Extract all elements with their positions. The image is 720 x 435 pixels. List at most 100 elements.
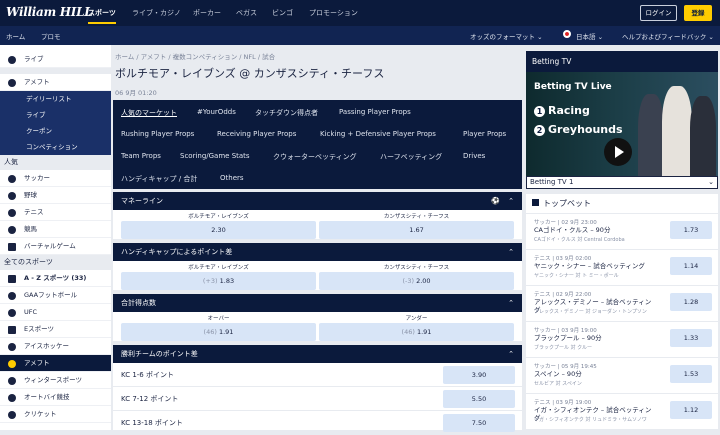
odd-button[interactable]: 1.33 bbox=[670, 329, 712, 347]
login-button[interactable]: ログイン bbox=[640, 5, 677, 21]
tab-yourodds[interactable]: #YourOdds bbox=[197, 108, 236, 116]
odd-button[interactable]: 1.67 bbox=[319, 221, 514, 239]
play-icon[interactable] bbox=[604, 138, 632, 166]
tab-quarter[interactable]: クウォーターベッティング bbox=[273, 152, 357, 162]
market-header[interactable]: ハンディキャップによるポイント差 ⌃ bbox=[113, 243, 522, 261]
odd-button[interactable]: 2.30 bbox=[121, 221, 316, 239]
soccer-icon bbox=[8, 175, 16, 183]
sidebar-item-winter[interactable]: ウィンタースポーツ bbox=[0, 372, 111, 389]
odd-button[interactable]: (46) 1.91 bbox=[121, 323, 316, 341]
tab-receiving[interactable]: Receiving Player Props bbox=[217, 130, 296, 138]
nav-promotions[interactable]: プロモーション bbox=[309, 8, 358, 18]
sidebar-item-cricket[interactable]: クリケット bbox=[0, 406, 111, 423]
sidebar-item-gaa[interactable]: GAAフットボール bbox=[0, 287, 111, 304]
tab-popular[interactable]: 人気のマーケット bbox=[121, 108, 177, 118]
tab-player-props[interactable]: Player Props bbox=[463, 130, 506, 138]
top-bet-item: サッカー | 03 9月 19:00 ブラックプール – 90分 ブラックプール 対… bbox=[526, 322, 718, 358]
odd-button[interactable]: 1.14 bbox=[670, 257, 712, 275]
tab-drives[interactable]: Drives bbox=[463, 152, 485, 160]
chevron-up-icon: ⌃ bbox=[508, 299, 514, 307]
sidebar-item-az[interactable]: A - Z スポーツ (33) bbox=[0, 270, 111, 287]
odd-button[interactable]: 7.50 bbox=[443, 414, 515, 432]
tab-touchdown[interactable]: タッチダウン得点者 bbox=[255, 108, 318, 118]
top-nav: William HILL スポーツ ライブ・カジノ ポーカー ベガス ビンゴ プ… bbox=[0, 0, 720, 26]
market-margin: 勝利チームのポイント差 ⌃ KC 1-6 ポイント 3.90 KC 7-12 ポイン… bbox=[113, 345, 522, 435]
tab-half[interactable]: ハーフベッティング bbox=[380, 152, 442, 162]
odd-button[interactable]: 1.73 bbox=[670, 221, 712, 239]
betting-tv-video[interactable]: Betting TV Live 1 Racing 2 Greyhounds bbox=[526, 72, 718, 176]
top-bet-item: テニス | 02 9月 22:00 アレックス・デミノー – 試合ベッティング アレ… bbox=[526, 286, 718, 322]
chevron-down-icon: ⌄ bbox=[708, 178, 714, 186]
breadcrumb[interactable]: ホーム / アメフト / 複数コンペティション / NFL / 試合 bbox=[115, 51, 275, 61]
tab-team-props[interactable]: Team Props bbox=[121, 152, 161, 160]
sidebar-sub-daily[interactable]: デイリーリスト bbox=[0, 91, 111, 107]
ufc-icon bbox=[8, 309, 16, 317]
star-icon bbox=[532, 199, 539, 206]
odd-button[interactable]: (+3) 1.83 bbox=[121, 272, 316, 290]
list-item: KC 13-18 ポイント 7.50 bbox=[113, 411, 522, 435]
subnav-home[interactable]: ホーム bbox=[6, 31, 25, 41]
odd-button[interactable]: 1.53 bbox=[670, 365, 712, 383]
nav-bingo[interactable]: ビンゴ bbox=[272, 8, 293, 18]
tab-scoring[interactable]: Scoring/Game Stats bbox=[180, 152, 250, 160]
sidebar-item-ufc[interactable]: UFC bbox=[0, 304, 111, 321]
nav-sports[interactable]: スポーツ bbox=[88, 8, 116, 24]
sidebar-sub-live[interactable]: ライブ bbox=[0, 107, 111, 123]
odd-button[interactable]: 3.90 bbox=[443, 366, 515, 384]
tab-passing[interactable]: Passing Player Props bbox=[339, 108, 411, 116]
chevron-up-icon: ⌃ bbox=[508, 197, 514, 205]
betting-tv-header: Betting TV bbox=[526, 51, 718, 72]
chevron-up-icon: ⌃ bbox=[508, 248, 514, 256]
sidebar-item-motorbike[interactable]: オートバイ競技 bbox=[0, 389, 111, 406]
brand-logo[interactable]: William HILL bbox=[6, 5, 93, 19]
sidebar-item-live[interactable]: ライブ bbox=[0, 51, 111, 68]
language-select[interactable]: 日本語 ⌄ bbox=[576, 31, 603, 41]
tab-kicking[interactable]: Kicking + Defensive Player Props bbox=[320, 130, 436, 138]
subnav-promo[interactable]: プロモ bbox=[41, 31, 61, 41]
tv-channel-select[interactable]: Betting TV 1 ⌄ bbox=[526, 176, 718, 189]
market-moneyline: マネーライン ⚽ ⌃ ボルチモア・レイブンズ カンザスシティ・チーフス 2.30 … bbox=[113, 192, 522, 239]
odd-button[interactable]: (-3) 2.00 bbox=[319, 272, 514, 290]
sidebar-item-baseball[interactable]: 野球 bbox=[0, 187, 111, 204]
market-header[interactable]: マネーライン ⚽ ⌃ bbox=[113, 192, 522, 210]
page-title: ボルチモア・レイブンズ @ カンザスシティ・チーフス bbox=[115, 67, 385, 80]
odd-button[interactable]: 1.28 bbox=[670, 293, 712, 311]
sidebar-item-soccer[interactable]: サッカー bbox=[0, 170, 111, 187]
tab-rushing[interactable]: Rushing Player Props bbox=[121, 130, 194, 138]
football-icon bbox=[8, 360, 16, 368]
market-tabs: 人気のマーケット #YourOdds タッチダウン得点者 Passing Pla… bbox=[113, 100, 522, 189]
nav-vegas[interactable]: ベガス bbox=[236, 8, 257, 18]
tab-others[interactable]: Others bbox=[220, 174, 244, 182]
top-bet-item: サッカー | 02 9月 23:00 CAゴドイ・クルス – 90分 CAゴドイ・ク… bbox=[526, 214, 718, 250]
sidebar-item-tennis[interactable]: テニス bbox=[0, 204, 111, 221]
odd-button[interactable]: (46) 1.91 bbox=[319, 323, 514, 341]
sidebar-item-icehockey[interactable]: アイスホッケー bbox=[0, 338, 111, 355]
sidebar-item-amefuto-all[interactable]: アメフト bbox=[0, 355, 111, 372]
football-icon: ⚽ bbox=[491, 197, 500, 205]
sidebar-item-horse-racing[interactable]: 競馬 bbox=[0, 221, 111, 238]
az-icon bbox=[8, 275, 16, 283]
odd-button[interactable]: 5.50 bbox=[443, 390, 515, 408]
sidebar-item-virtual[interactable]: バーチャルゲーム bbox=[0, 238, 111, 255]
register-button[interactable]: 登録 bbox=[684, 5, 712, 21]
col-under: アンダー bbox=[405, 316, 428, 322]
help-select[interactable]: ヘルプおよびフィードバック ⌄ bbox=[622, 31, 714, 41]
tv-racing: 1 Racing bbox=[534, 104, 590, 117]
top-bet-item: サッカー | 05 9月 19:45 スペイン – 90分 セルビア 対 スペイン 1… bbox=[526, 358, 718, 394]
nav-live-casino[interactable]: ライブ・カジノ bbox=[132, 8, 181, 18]
market-header[interactable]: 勝利チームのポイント差 ⌃ bbox=[113, 345, 522, 363]
gaa-icon bbox=[8, 292, 16, 300]
sub-nav: ホーム プロモ オッズのフォーマット ⌄ 日本語 ⌄ ヘルプおよびフィードバック… bbox=[0, 26, 720, 45]
tab-handicap-total[interactable]: ハンディキャップ / 合計 bbox=[121, 174, 197, 184]
odd-button[interactable]: 1.12 bbox=[670, 401, 712, 419]
top-bet-item: テニス | 03 9月 02:00 ヤニック・シナー – 試合ベッティング ヤニック… bbox=[526, 250, 718, 286]
sidebar-item-esports[interactable]: Eスポーツ bbox=[0, 321, 111, 338]
list-item: KC 1-6 ポイント 3.90 bbox=[113, 363, 522, 387]
sidebar-sub-competition[interactable]: コンペティション bbox=[0, 139, 111, 155]
market-header[interactable]: 合計得点数 ⌃ bbox=[113, 294, 522, 312]
col-home: ボルチモア・レイブンズ bbox=[188, 265, 249, 271]
sidebar-item-amefuto[interactable]: アメフト bbox=[0, 74, 111, 91]
odds-format-select[interactable]: オッズのフォーマット ⌄ bbox=[470, 31, 543, 41]
nav-poker[interactable]: ポーカー bbox=[193, 8, 221, 18]
sidebar-sub-coupon[interactable]: クーポン bbox=[0, 123, 111, 139]
